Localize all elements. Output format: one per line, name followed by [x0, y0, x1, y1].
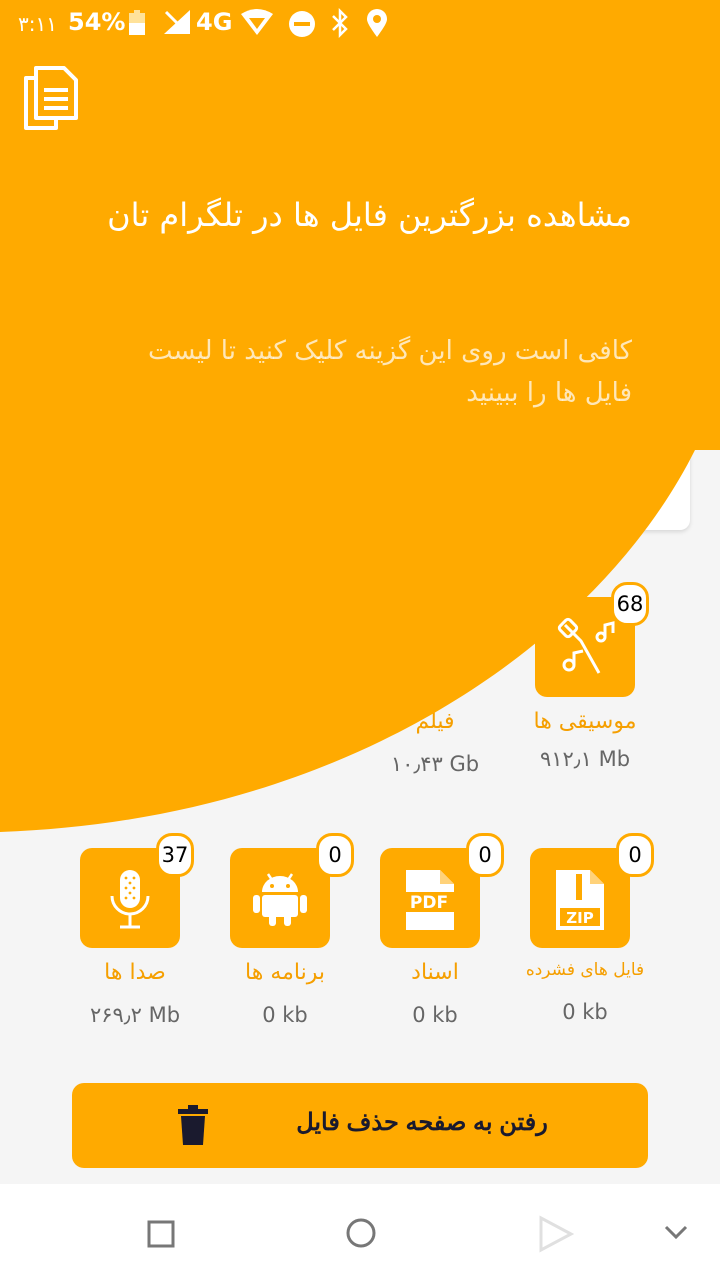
- category-music[interactable]: 68 موسیقی ها ۹۱۲٫۱ Mb: [534, 582, 649, 777]
- video-size: ۱۰٫۴۳ Gb: [390, 752, 480, 776]
- audio-label: صدا ها: [104, 960, 166, 985]
- overlay-title: مشاهده بزرگترین فایل ها در تلگرام تان: [107, 196, 632, 234]
- documents-tile[interactable]: PDF: [380, 848, 480, 948]
- microphone-icon: [110, 870, 150, 929]
- category-documents[interactable]: PDF 0 اسناد 0 kb: [380, 833, 504, 1028]
- circle-icon[interactable]: [345, 1217, 377, 1253]
- location-icon: [366, 8, 388, 44]
- go-to-delete-page-button[interactable]: رفتن به صفحه حذف فایل: [72, 1083, 648, 1168]
- category-audio[interactable]: 37 صدا ها ۲۶۹٫۲ Mb: [80, 833, 194, 1028]
- bluetooth-icon: [330, 7, 350, 44]
- video-label: فیلم: [415, 709, 455, 734]
- status-time: ۳:۱۱: [18, 12, 57, 36]
- zip-tile[interactable]: ZIP: [530, 848, 630, 948]
- do-not-disturb-icon: [288, 10, 316, 44]
- music-count-badge: 68: [611, 582, 649, 626]
- audio-size: ۲۶۹٫۲ Mb: [89, 1003, 181, 1027]
- android-icon: [253, 873, 307, 926]
- apps-tile[interactable]: [230, 848, 330, 948]
- documents-count-badge: 0: [466, 833, 504, 877]
- music-icon: [557, 617, 615, 674]
- apps-label: برنامه ها: [245, 960, 325, 985]
- zip-size: 0 kb: [562, 1000, 608, 1024]
- zip-count-badge: 0: [616, 833, 654, 877]
- pdf-file-icon: PDF: [400, 870, 458, 930]
- music-size: ۹۱۲٫۱ Mb: [539, 747, 631, 771]
- apps-size: 0 kb: [262, 1003, 308, 1027]
- zip-file-icon: ZIP: [556, 870, 604, 930]
- no-signal-icon: [162, 8, 192, 42]
- category-video[interactable]: فیلم ۱۰٫۴۳ Gb: [385, 597, 495, 777]
- apps-count-badge: 0: [316, 833, 354, 877]
- overlay-description: کافی است روی این گزینه کلیک کنید تا لیست…: [148, 336, 632, 408]
- navigation-bar: [0, 1184, 720, 1280]
- trash-icon: [178, 1105, 208, 1145]
- category-apps[interactable]: 0 برنامه ها 0 kb: [230, 833, 354, 1028]
- play-icon[interactable]: [538, 1215, 575, 1257]
- zip-label: فایل های فشرده: [525, 960, 645, 980]
- delete-button-label: رفتن به صفحه حذف فایل: [296, 1109, 548, 1136]
- battery-percent: 54%: [68, 8, 126, 36]
- category-zip[interactable]: ZIP 0 فایل های فشرده 0 kb: [526, 833, 654, 1028]
- svg-text:PDF: PDF: [410, 893, 448, 913]
- chevron-down-icon[interactable]: [664, 1224, 688, 1244]
- search-card: [40, 455, 690, 530]
- wifi-icon: [240, 8, 274, 42]
- status-bar: ۳:۱۱ 54% 4G: [0, 0, 720, 48]
- square-icon[interactable]: [147, 1220, 175, 1252]
- network-type: 4G: [196, 8, 233, 36]
- music-label: موسیقی ها: [533, 709, 637, 734]
- battery-icon: [128, 10, 146, 36]
- audio-count-badge: 37: [156, 833, 194, 877]
- documents-label: اسناد: [411, 960, 459, 985]
- svg-text:ZIP: ZIP: [566, 909, 593, 927]
- documents-size: 0 kb: [412, 1003, 458, 1027]
- files-icon[interactable]: [22, 66, 78, 134]
